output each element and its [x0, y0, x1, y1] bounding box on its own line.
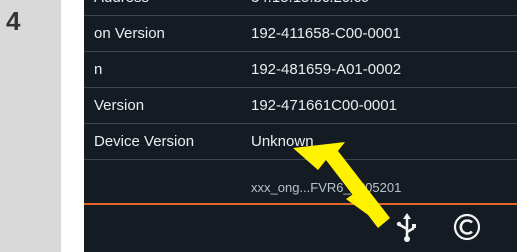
- device-screen: Address 34.15.15.bc.2c.c9 on Version 192…: [84, 0, 517, 252]
- table-row: xxx_ong...FVR6_2205201: [84, 160, 517, 195]
- info-label: n: [94, 61, 103, 78]
- info-label: Device Version: [94, 133, 195, 150]
- info-label: Version: [94, 97, 145, 114]
- copyright-icon-graphic: [453, 213, 481, 241]
- info-value: Unknown: [251, 133, 314, 150]
- table-row: Device Version Unknown: [84, 124, 517, 160]
- table-row: on Version 192-411658-C00-0001: [84, 16, 517, 52]
- step-number: 4: [6, 6, 21, 36]
- info-value: 192-471661C00-0001: [251, 97, 397, 114]
- table-row: Version 192-471661C00-0001: [84, 88, 517, 124]
- info-value: 34.15.15.bc.2c.c9: [251, 0, 369, 15]
- table-row: n 192-481659-A01-0002: [84, 52, 517, 88]
- usb-icon-graphic: [396, 213, 416, 242]
- step-number-column: 4: [0, 0, 61, 252]
- info-label: Address: [94, 0, 149, 15]
- info-value: xxx_ong...FVR6_2205201: [251, 180, 402, 195]
- info-label: on Version: [94, 25, 165, 42]
- table-row: Address 34.15.15.bc.2c.c9: [84, 0, 517, 16]
- bottom-bar: [84, 203, 517, 252]
- info-value: 192-411658-C00-0001: [251, 25, 401, 42]
- info-value: 192-481659-A01-0002: [251, 61, 402, 78]
- copyright-icon[interactable]: [452, 212, 482, 242]
- usb-icon[interactable]: [394, 213, 420, 243]
